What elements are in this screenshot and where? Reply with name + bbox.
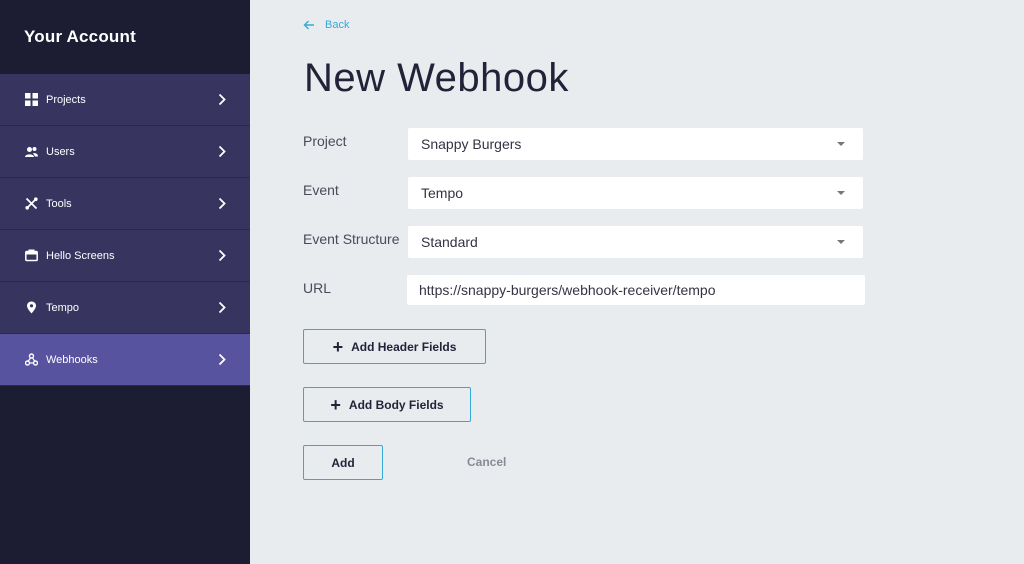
- url-label: URL: [303, 280, 332, 296]
- chevron-right-icon: [218, 93, 226, 106]
- add-button[interactable]: Add: [303, 445, 383, 480]
- plus-icon: +: [330, 394, 341, 415]
- arrow-left-icon: [303, 20, 314, 30]
- project-select-value: Snappy Burgers: [421, 136, 522, 152]
- event-label: Event: [303, 182, 339, 198]
- cancel-button[interactable]: Cancel: [467, 455, 506, 469]
- back-link[interactable]: Back: [303, 19, 349, 31]
- screen-icon: [24, 249, 38, 263]
- chevron-right-icon: [218, 353, 226, 366]
- chevron-right-icon: [218, 145, 226, 158]
- chevron-right-icon: [218, 301, 226, 314]
- sidebar-item-users[interactable]: Users: [0, 126, 250, 178]
- chevron-right-icon: [218, 249, 226, 262]
- sidebar: Your Account Projects Users Tools Hello …: [0, 0, 250, 564]
- plus-icon: +: [332, 336, 344, 357]
- sidebar-item-label: Tools: [46, 197, 72, 210]
- chevron-right-icon: [218, 197, 226, 210]
- webhook-icon: [24, 353, 38, 367]
- grid-icon: [24, 93, 38, 107]
- sidebar-item-label: Tempo: [46, 301, 80, 314]
- event-select[interactable]: Tempo: [408, 177, 863, 209]
- sidebar-nav: Projects Users Tools Hello Screens Tempo…: [0, 74, 250, 386]
- project-label: Project: [303, 133, 347, 149]
- main-content: Back New Webhook Project Snappy Burgers …: [250, 0, 1024, 564]
- caret-down-icon: [837, 142, 845, 146]
- sidebar-item-label: Projects: [46, 93, 86, 106]
- event-select-value: Tempo: [421, 185, 464, 201]
- sidebar-item-label: Users: [46, 145, 75, 158]
- add-body-fields-button[interactable]: + Add Body Fields: [303, 387, 471, 422]
- back-label: Back: [325, 19, 350, 31]
- caret-down-icon: [837, 240, 845, 244]
- add-header-fields-label: Add Header Fields: [351, 339, 457, 354]
- sidebar-item-projects[interactable]: Projects: [0, 74, 250, 126]
- caret-down-icon: [837, 191, 845, 195]
- page-title: New Webhook: [304, 56, 569, 100]
- tools-icon: [24, 197, 38, 211]
- event-structure-label: Event Structure: [303, 231, 400, 247]
- location-pin-icon: [24, 301, 38, 315]
- sidebar-title: Your Account: [24, 27, 136, 46]
- users-icon: [24, 145, 38, 159]
- event-structure-select-value: Standard: [421, 234, 478, 250]
- sidebar-item-label: Webhooks: [46, 353, 98, 366]
- add-button-label: Add: [331, 455, 355, 470]
- sidebar-item-webhooks[interactable]: Webhooks: [0, 334, 250, 386]
- sidebar-item-hello-screens[interactable]: Hello Screens: [0, 230, 250, 282]
- project-select[interactable]: Snappy Burgers: [408, 128, 863, 160]
- sidebar-item-tempo[interactable]: Tempo: [0, 282, 250, 334]
- event-structure-select[interactable]: Standard: [408, 226, 863, 258]
- sidebar-item-label: Hello Screens: [46, 249, 115, 262]
- add-body-fields-label: Add Body Fields: [348, 397, 444, 412]
- sidebar-item-tools[interactable]: Tools: [0, 178, 250, 230]
- add-header-fields-button[interactable]: + Add Header Fields: [303, 329, 486, 364]
- url-input[interactable]: [407, 275, 865, 305]
